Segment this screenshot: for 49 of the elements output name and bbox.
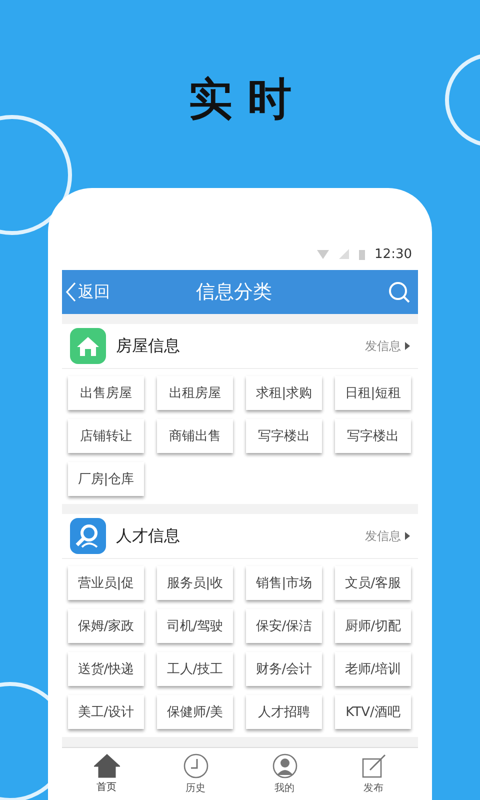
tab[interactable]: 历史 xyxy=(151,748,240,800)
category-tag[interactable]: 保姆/家政 xyxy=(68,609,144,643)
chevron-left-icon xyxy=(66,282,76,302)
category-tag[interactable]: 店铺转让 xyxy=(68,419,144,453)
section-title: 人才信息 xyxy=(116,526,181,546)
category-tag[interactable]: KTV/酒吧 xyxy=(335,695,411,729)
category-tag[interactable]: 销售|市场 xyxy=(246,566,322,600)
clock-icon xyxy=(182,753,208,779)
edit-icon xyxy=(360,753,386,779)
category-tag[interactable]: 出租房屋 xyxy=(157,376,233,410)
category-tag[interactable]: 老师/培训 xyxy=(335,652,411,686)
home-icon xyxy=(94,754,120,778)
category-tag[interactable]: 厂房|仓库 xyxy=(68,462,144,496)
category-tag[interactable]: 工人/技工 xyxy=(157,652,233,686)
status-time: 12:30 xyxy=(374,246,412,262)
tab[interactable]: 发布 xyxy=(329,748,418,800)
battery-icon xyxy=(358,248,365,260)
category-tag[interactable]: 送货/快递 xyxy=(68,652,144,686)
tab[interactable]: 首页 xyxy=(62,748,151,800)
category-tag[interactable]: 出售房屋 xyxy=(68,376,144,410)
category-tag[interactable]: 营业员|促 xyxy=(68,566,144,600)
category-tag[interactable]: 文员/客服 xyxy=(335,566,411,600)
search-button[interactable] xyxy=(388,281,410,303)
caret-icon xyxy=(405,532,410,540)
post-info-link[interactable]: 发信息 xyxy=(365,528,410,544)
section-title: 房屋信息 xyxy=(116,336,181,356)
category-tag[interactable]: 财务/会计 xyxy=(246,652,322,686)
post-info-link[interactable]: 发信息 xyxy=(365,338,410,354)
caret-icon xyxy=(405,342,410,350)
category-tag[interactable]: 求租|求购 xyxy=(246,376,322,410)
category-tag[interactable]: 司机/驾驶 xyxy=(157,609,233,643)
category-tag[interactable]: 美工/设计 xyxy=(68,695,144,729)
category-tag[interactable]: 日租|短租 xyxy=(335,376,411,410)
category-tag[interactable]: 保安/保洁 xyxy=(246,609,322,643)
category-tag[interactable]: 商铺出售 xyxy=(157,419,233,453)
signal-icon xyxy=(338,249,349,259)
category-tag[interactable]: 厨师/切配 xyxy=(335,609,411,643)
house-icon xyxy=(70,328,106,364)
magnifier-person-icon xyxy=(70,518,106,554)
category-tag[interactable]: 写字楼出 xyxy=(246,419,322,453)
tab[interactable]: 我的 xyxy=(240,748,329,800)
wifi-icon xyxy=(316,250,329,258)
page-title: 信息分类 xyxy=(196,280,272,305)
headline: 实 时 xyxy=(188,73,292,127)
category-tag[interactable]: 写字楼出 xyxy=(335,419,411,453)
category-tag[interactable]: 保健师/美 xyxy=(157,695,233,729)
user-icon xyxy=(272,753,298,779)
category-tag[interactable]: 人才招聘 xyxy=(246,695,322,729)
category-tag[interactable]: 服务员|收 xyxy=(157,566,233,600)
